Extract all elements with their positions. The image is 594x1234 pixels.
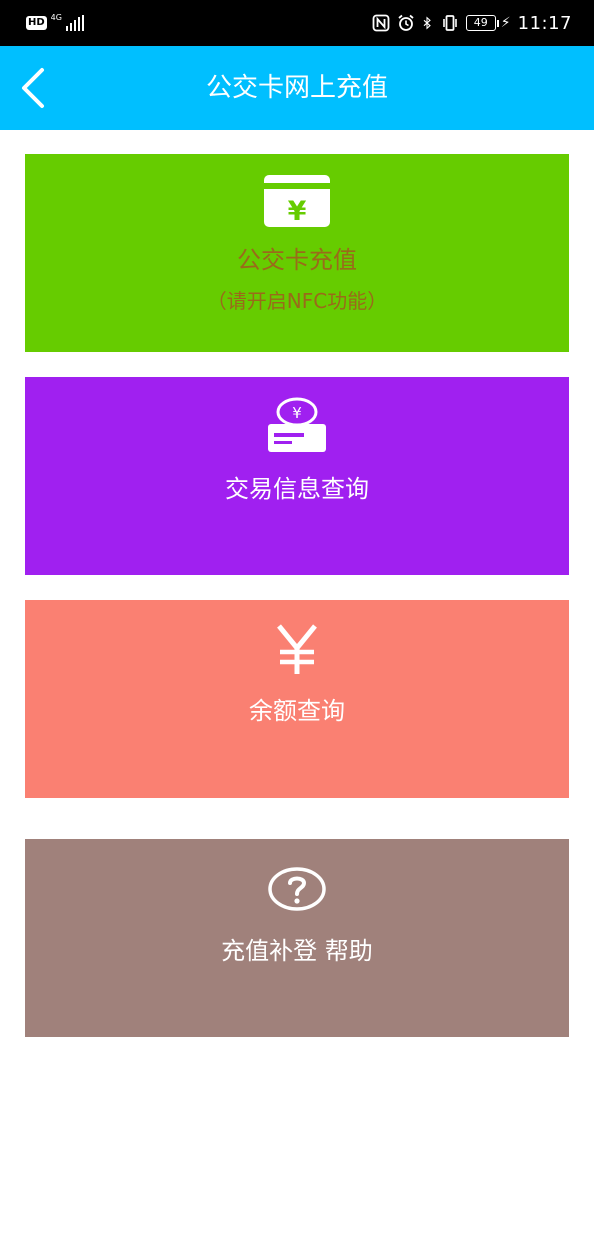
hd-badge: HD <box>26 16 47 30</box>
balance-label: 余额查询 <box>249 697 345 725</box>
battery-icon: 49 ⚡ <box>465 15 511 31</box>
yen-card-icon: ¥ <box>264 175 330 227</box>
yen-icon <box>277 624 317 674</box>
page-title: 公交卡网上充值 <box>205 73 388 103</box>
app-header: 公交卡网上充值 <box>0 46 594 130</box>
nfc-note: （请开启NFC功能） <box>206 289 388 313</box>
question-icon <box>268 867 326 911</box>
status-bar: HD 4G 49 ⚡ 11:17 <box>0 0 594 46</box>
chevron-left-icon <box>22 68 44 108</box>
status-left: HD 4G <box>26 12 85 34</box>
battery-level: 49 <box>465 15 496 31</box>
back-button[interactable] <box>12 64 56 112</box>
transactions-tile[interactable]: ¥ 交易信息查询 <box>25 377 569 575</box>
transactions-label: 交易信息查询 <box>225 475 369 503</box>
network-type: 4G <box>50 13 62 22</box>
help-tile[interactable]: 充值补登 帮助 <box>25 839 569 1037</box>
svg-text:¥: ¥ <box>292 404 302 422</box>
clock: 11:17 <box>517 12 572 34</box>
alarm-icon <box>398 14 414 31</box>
help-label: 充值补登 帮助 <box>221 937 373 965</box>
signal-icon <box>65 15 85 31</box>
balance-tile[interactable]: 余额查询 <box>25 600 569 798</box>
topup-label: 公交卡充值 <box>237 246 357 274</box>
yen-receipt-icon: ¥ <box>268 397 326 452</box>
bluetooth-icon <box>423 16 431 30</box>
status-right: 49 ⚡ 11:17 <box>372 11 572 35</box>
nfc-icon <box>372 14 390 32</box>
charging-icon: ⚡ <box>500 15 511 31</box>
svg-text:¥: ¥ <box>288 196 307 227</box>
vibrate-icon <box>442 15 457 31</box>
topup-tile[interactable]: ¥ 公交卡充值 （请开启NFC功能） <box>25 154 569 352</box>
